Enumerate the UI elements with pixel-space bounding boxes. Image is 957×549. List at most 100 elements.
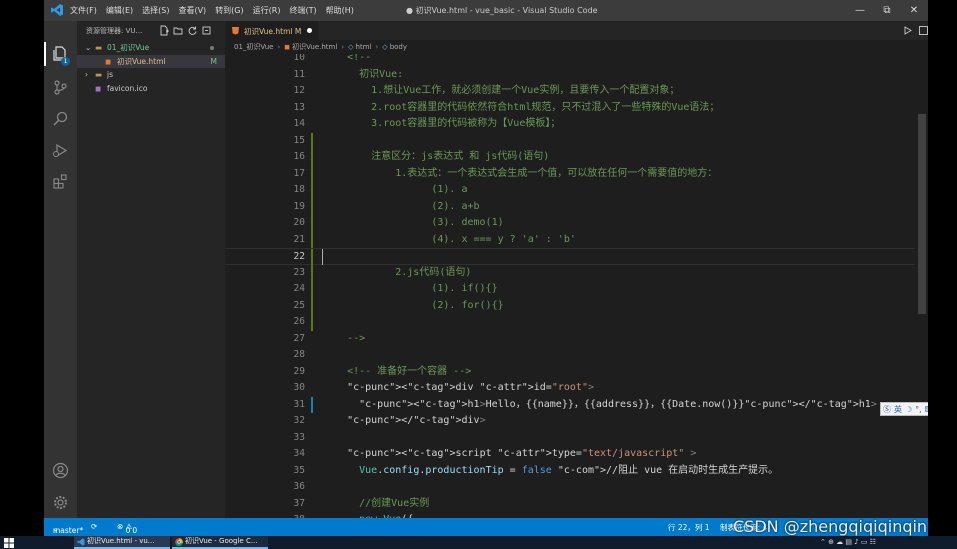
git-added-marker[interactable] (311, 165, 313, 182)
code-line[interactable]: 21 (4). x === y ? 'a' : 'b' (225, 231, 915, 248)
code-line[interactable]: 13 2.root容器里的代码依然符合html规范，只不过混入了一些特殊的Vue… (225, 100, 915, 117)
chevron-right-icon: › (85, 70, 88, 79)
git-added-marker[interactable] (311, 281, 313, 298)
account-icon[interactable] (52, 462, 69, 479)
line-number: 26 (293, 316, 305, 327)
git-added-marker[interactable] (311, 231, 313, 248)
code-line[interactable]: 30 "c-punc"><"c-tag">div "c-attr">id="ro… (225, 380, 915, 397)
menu-item[interactable]: 运行(R) (253, 5, 281, 16)
menu-item[interactable]: 选择(S) (142, 5, 169, 16)
windows-start-icon[interactable] (4, 538, 14, 548)
menu-item[interactable]: 帮助(H) (326, 5, 354, 16)
code-line[interactable]: 25 (2). for(){} (225, 297, 915, 314)
close-button[interactable]: ✕ (900, 0, 928, 21)
code-line[interactable]: 31 "c-punc"><"c-tag">h1>Hello，{{name}}，{… (225, 396, 915, 413)
code-line[interactable]: 26 (225, 314, 915, 331)
new-file-icon[interactable] (159, 25, 170, 36)
code-line[interactable]: 18 (1). a (225, 182, 915, 199)
code-editor[interactable]: 10 <!-- 11 初识Vue: 12 1.想让Vue工作，就必须创建一个Vue实… (225, 54, 928, 518)
keyboard-icon[interactable]: ⌨ (925, 405, 928, 414)
code-line[interactable]: 37 //创建Vue实例 (225, 496, 915, 513)
menu-item[interactable]: 编辑(E) (106, 5, 133, 16)
scrollbar-thumb[interactable] (918, 114, 926, 314)
git-added-marker[interactable] (311, 198, 313, 215)
code-line[interactable]: 10 <!-- (225, 54, 915, 67)
collapse-all-icon[interactable] (201, 25, 212, 36)
code-line[interactable]: 12 1.想让Vue工作，就必须创建一个Vue实例，且要传入一个配置对象； (225, 83, 915, 100)
search-icon[interactable] (52, 110, 69, 127)
git-added-marker[interactable] (311, 249, 313, 266)
open-changes-icon[interactable] (918, 25, 928, 36)
settings-gear-icon[interactable] (52, 494, 69, 511)
extensions-icon[interactable] (52, 173, 69, 190)
git-added-marker[interactable] (311, 314, 313, 331)
element-icon: ◇ (348, 43, 354, 51)
system-tray[interactable]: ⌃ ⊕ ☁ ▤ ♪ ▭ ☷ (820, 538, 876, 546)
taskbar-vscode[interactable]: 初识Vue.html - vu... (74, 536, 170, 549)
tree-item[interactable]: ⌄ ▬ 01_初识Vue (77, 41, 225, 54)
code-line[interactable]: 28 (225, 347, 915, 364)
git-modified-marker[interactable] (311, 396, 313, 413)
cursor-position[interactable]: 行 22，列 1 (668, 522, 710, 533)
menu-item[interactable]: 查看(V) (178, 5, 206, 16)
run-debug-icon[interactable] (52, 142, 69, 159)
tree-item-label: js (107, 70, 113, 79)
code-line[interactable]: 33 (225, 430, 915, 447)
code-line[interactable]: 35 Vue.config.productionTip = false "c-c… (225, 463, 915, 480)
tree-item[interactable]: ◼ 初识Vue.html M (77, 54, 225, 68)
tab-vue-html[interactable]: 初识Vue.html M (225, 21, 319, 40)
code-text: //创建Vue实例 (323, 497, 430, 509)
git-added-marker[interactable] (311, 149, 313, 166)
code-text: Vue.config.productionTip = false "c-com"… (359, 464, 779, 476)
git-added-marker[interactable] (311, 132, 313, 149)
git-added-marker[interactable] (311, 215, 313, 232)
code-line[interactable]: 24 (1). if(){} (225, 281, 915, 298)
run-icon[interactable] (902, 25, 913, 36)
maximize-button[interactable]: ⧉ (873, 0, 901, 21)
breadcrumb-html[interactable]: html (356, 43, 372, 51)
code-line[interactable]: 15 (225, 132, 915, 149)
moon-icon[interactable]: ☽ (905, 405, 912, 414)
tree-item-label: 01_初识Vue (107, 43, 150, 52)
ime-toolbar[interactable]: Ⓢ 英 ☽ °, ⌨ ♟ ✎ (880, 402, 928, 416)
code-line[interactable]: 19 (2). a+b (225, 198, 915, 215)
breadcrumb-folder[interactable]: 01_初识Vue (234, 42, 273, 52)
code-line[interactable]: 27 --> (225, 331, 915, 348)
git-added-marker[interactable] (311, 182, 313, 199)
code-line[interactable]: 16 注意区分：js表达式 和 js代码(语句) (225, 149, 915, 166)
line-number: 11 (293, 68, 305, 80)
code-line[interactable]: 32 "c-punc"></"c-tag">div> (225, 413, 915, 430)
code-line[interactable]: 36 (225, 479, 915, 496)
breadcrumb-body[interactable]: body (390, 43, 407, 51)
minimize-button[interactable]: — (846, 0, 874, 21)
code-line[interactable]: 17 1.表达式：一个表达式会生成一个值，可以放在任何一个需要值的地方： (225, 165, 915, 182)
refresh-icon[interactable] (187, 25, 198, 36)
code-line[interactable]: 23 2.js代码(语句) (225, 264, 915, 281)
menu-item[interactable]: 终端(T) (289, 5, 316, 16)
scrollbar[interactable] (915, 54, 928, 518)
new-folder-icon[interactable] (173, 25, 184, 36)
code-line[interactable]: 34 "c-punc"><"c-tag">script "c-attr">typ… (225, 446, 915, 463)
unsaved-dot-icon[interactable] (307, 28, 312, 33)
code-line[interactable]: 29 <!-- 准备好一个容器 --> (225, 364, 915, 381)
code-line[interactable]: 20 (3). demo(1) (225, 215, 915, 232)
tree-item[interactable]: › ▬ js (77, 68, 225, 81)
code-line[interactable]: 14 3.root容器里的代码被称为【Vue模板】； (225, 116, 915, 133)
menu-item[interactable]: 转到(G) (215, 5, 243, 16)
problems-indicator[interactable]: ⊗ 0 ⚠ 0 (117, 522, 137, 535)
line-number: 25 (293, 299, 305, 311)
tree-item[interactable]: ◼ favicon.ico (77, 82, 225, 95)
menu-item[interactable]: 文件(F) (70, 5, 97, 16)
code-line[interactable]: 22 (225, 248, 915, 266)
punctuation-icon[interactable]: °, (915, 405, 922, 414)
git-added-marker[interactable] (311, 297, 313, 314)
source-control-icon[interactable] (52, 79, 69, 96)
code-line[interactable]: 11 初识Vue: (225, 67, 915, 84)
line-number: 29 (293, 365, 305, 377)
sync-icon[interactable]: ⟳ (91, 522, 97, 531)
breadcrumb-file[interactable]: 初识Vue.html (292, 42, 337, 52)
left-letterbox (0, 0, 44, 536)
git-added-marker[interactable] (311, 264, 313, 281)
taskbar-chrome[interactable]: 初识Vue - Google C... (172, 536, 268, 549)
ime-mode[interactable]: 英 (894, 404, 902, 415)
